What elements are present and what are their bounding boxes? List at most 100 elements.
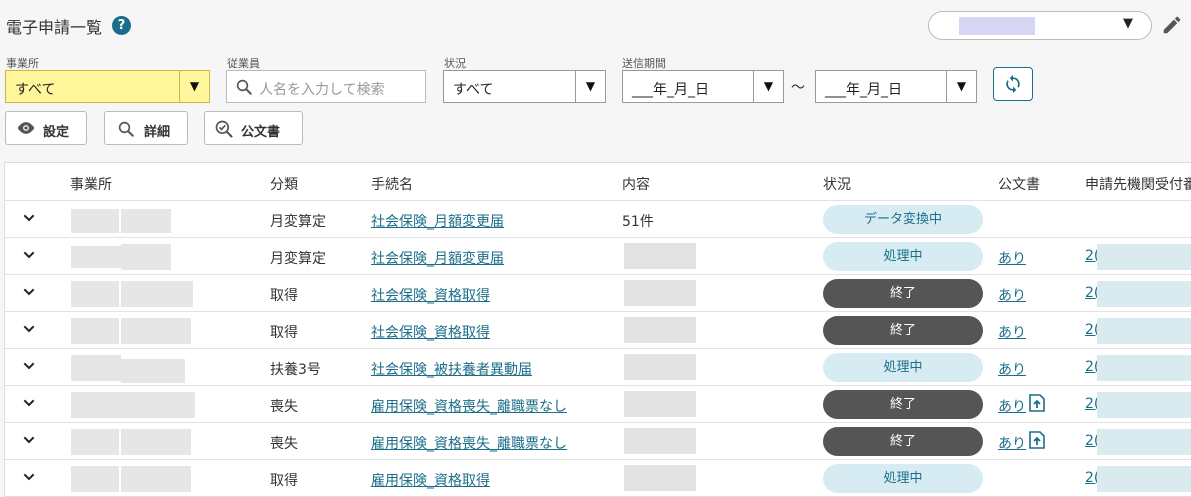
office-name-redacted	[71, 209, 119, 233]
chevron-down-icon[interactable]	[21, 321, 37, 337]
office-name-redacted	[121, 281, 193, 307]
table-row[interactable]: 取得 雇用保険_資格取得 処理中 2(	[5, 459, 1191, 496]
receipt-number-redacted	[1097, 281, 1191, 307]
chevron-down-icon[interactable]	[21, 247, 37, 263]
period-to-select[interactable]: ___年_月_日 ▼	[815, 70, 977, 103]
official-document-link[interactable]: あり	[998, 322, 1026, 342]
dropdown-arrow-icon[interactable]: ▼	[946, 71, 976, 102]
table-row[interactable]: 喪失 雇用保険_資格喪失_離職票なし 終了 あり 2(	[5, 385, 1191, 423]
employee-search-input[interactable]: 人名を入力して検索	[226, 70, 426, 103]
page-title: 電子申請一覧	[6, 18, 103, 37]
eye-icon	[17, 122, 35, 134]
office-name-redacted	[71, 355, 121, 381]
chevron-down-icon[interactable]	[21, 358, 37, 374]
status-select[interactable]: すべて ▼	[443, 70, 606, 103]
period-to-value: ___年_月_日	[825, 82, 902, 98]
official-document-link[interactable]: あり	[998, 433, 1026, 453]
receipt-number-redacted	[1097, 318, 1191, 344]
chevron-down-icon[interactable]	[21, 395, 37, 411]
file-upload-icon[interactable]	[1029, 431, 1045, 449]
column-header-status: 状況	[823, 177, 851, 193]
chevron-down-icon[interactable]	[21, 284, 37, 300]
period-from-select[interactable]: ___年_月_日 ▼	[622, 70, 784, 103]
office-select[interactable]: すべて ▼	[5, 70, 210, 103]
official-document-link[interactable]: あり	[998, 396, 1026, 416]
company-selector[interactable]: ▼	[928, 11, 1152, 40]
table-row[interactable]: 取得 社会保険_資格取得 終了 あり 2(	[5, 311, 1191, 349]
table-row[interactable]: 月変算定 社会保険_月額変更届 51件 データ変換中	[5, 200, 1191, 238]
table-row[interactable]: 月変算定 社会保険_月額変更届 処理中 あり 2(	[5, 237, 1191, 275]
file-upload-icon[interactable]	[1029, 394, 1045, 412]
employee-search-placeholder: 人名を入力して検索	[259, 82, 385, 98]
office-name-redacted	[121, 429, 191, 455]
chevron-down-icon[interactable]	[21, 432, 37, 448]
status-badge: データ変換中	[823, 205, 983, 234]
status-badge: 終了	[823, 316, 983, 345]
official-document-link[interactable]: あり	[998, 285, 1026, 305]
column-header-receipt-number: 申請先機関受付番号	[1085, 177, 1191, 193]
office-name-redacted	[71, 392, 121, 418]
search-check-icon	[215, 120, 233, 138]
edit-pencil-icon[interactable]	[1161, 14, 1183, 36]
help-icon[interactable]: ?	[112, 16, 131, 35]
company-name-redacted	[959, 17, 1035, 35]
procedure-link[interactable]: 社会保険_月額変更届	[371, 211, 504, 231]
procedure-link[interactable]: 社会保険_資格取得	[371, 322, 490, 342]
content-redacted	[624, 465, 696, 491]
content-redacted	[624, 243, 696, 269]
office-name-redacted	[121, 466, 191, 492]
official-document-link[interactable]: あり	[998, 359, 1026, 379]
content-redacted	[624, 317, 696, 343]
chevron-down-icon[interactable]	[21, 469, 37, 485]
search-icon	[118, 121, 134, 137]
category-cell: 扶養3号	[270, 362, 321, 378]
category-cell: 取得	[270, 473, 298, 489]
office-name-redacted	[71, 429, 119, 455]
procedure-link[interactable]: 社会保険_資格取得	[371, 285, 490, 305]
office-name-redacted	[71, 246, 121, 268]
refresh-icon	[1006, 74, 1020, 94]
official-document-button[interactable]: 公文書	[204, 111, 303, 145]
procedure-link[interactable]: 雇用保険_資格喪失_離職票なし	[371, 433, 567, 453]
refresh-button[interactable]	[993, 67, 1033, 101]
dropdown-arrow-icon[interactable]: ▼	[575, 71, 605, 102]
status-badge: 終了	[823, 279, 983, 308]
settings-button[interactable]: 設定	[5, 111, 87, 145]
table-row[interactable]: 喪失 雇用保険_資格喪失_離職票なし 終了 あり 2(	[5, 422, 1191, 460]
content-cell: 51件	[622, 214, 654, 230]
receipt-number-redacted	[1097, 429, 1191, 455]
procedure-link[interactable]: 社会保険_月額変更届	[371, 248, 504, 268]
official-document-label: 公文書	[241, 125, 281, 140]
column-header-office: 事業所	[70, 177, 112, 193]
procedure-link[interactable]: 雇用保険_資格取得	[371, 470, 490, 490]
table-row[interactable]: 扶養3号 社会保険_被扶養者異動届 処理中 あり 2(	[5, 348, 1191, 386]
dropdown-arrow-icon[interactable]: ▼	[753, 71, 783, 102]
office-name-redacted	[121, 244, 171, 270]
office-name-redacted	[121, 392, 195, 418]
office-filter-label: 事業所	[6, 57, 39, 70]
official-document-link[interactable]: あり	[998, 248, 1026, 268]
details-button[interactable]: 詳細	[104, 111, 188, 145]
procedure-link[interactable]: 社会保険_被扶養者異動届	[371, 359, 532, 379]
procedure-link[interactable]: 雇用保険_資格喪失_離職票なし	[371, 396, 567, 416]
period-from-value: ___年_月_日	[632, 82, 709, 98]
table-row[interactable]: 取得 社会保険_資格取得 終了 あり 2(	[5, 274, 1191, 312]
chevron-down-icon[interactable]	[21, 210, 37, 226]
content-redacted	[624, 354, 696, 380]
dropdown-arrow-icon[interactable]: ▼	[179, 71, 209, 102]
receipt-number-redacted	[1097, 244, 1191, 270]
office-name-redacted	[121, 318, 191, 344]
column-header-procedure: 手続名	[371, 177, 413, 193]
status-filter-label: 状況	[444, 57, 466, 70]
status-select-value: すべて	[453, 82, 494, 98]
category-cell: 月変算定	[270, 214, 326, 230]
column-header-content: 内容	[622, 177, 650, 193]
content-redacted	[624, 428, 696, 454]
category-cell: 取得	[270, 288, 298, 304]
content-redacted	[624, 280, 696, 306]
applications-table: 事業所 分類 手続名 内容 状況 公文書 申請先機関受付番号 月変算定社会保険_…	[4, 162, 1191, 497]
office-select-value: すべて	[15, 82, 56, 98]
status-badge: 処理中	[823, 242, 983, 271]
status-badge: 処理中	[823, 464, 983, 493]
category-cell: 月変算定	[270, 251, 326, 267]
